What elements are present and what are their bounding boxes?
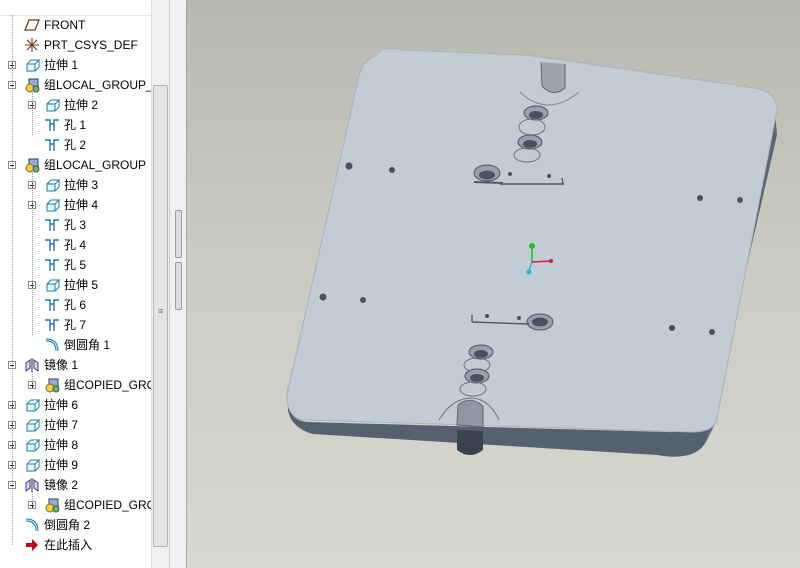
group-icon [44, 377, 60, 393]
grip-icon: ≡ [158, 306, 164, 316]
extrude-icon [24, 57, 41, 73]
tree-item-label: 孔 7 [64, 318, 87, 332]
tree-connector [12, 15, 13, 545]
model-tree-panel: FRONT PRT_CSYS_DEF 拉伸 1 组LOCAL_GROUP_1 拉… [0, 0, 169, 568]
extrude-icon [44, 177, 61, 193]
tree-item-extrude-1[interactable]: 拉伸 1 [0, 55, 151, 75]
tree-item-extrude-2[interactable]: 拉伸 2 [0, 95, 151, 115]
tree-item-hole-5[interactable]: 孔 5 [0, 255, 151, 275]
hole-icon [44, 217, 60, 233]
tree-item-label: 拉伸 9 [44, 458, 79, 472]
tree-item-extrude-4[interactable]: 拉伸 4 [0, 195, 151, 215]
tree-item-label: 倒圆角 1 [64, 338, 111, 352]
hole-icon [44, 297, 60, 313]
tree-item-extrude-5[interactable]: 拉伸 5 [0, 275, 151, 295]
tree-item-label: 拉伸 4 [64, 198, 99, 212]
extrude-icon [44, 97, 61, 113]
tree-item-label: 拉伸 3 [64, 178, 99, 192]
part-model-3d[interactable] [187, 0, 800, 568]
tree-item-hole-3[interactable]: 孔 3 [0, 215, 151, 235]
tree-item-label: 组COPIED_GROUP [64, 498, 151, 512]
tree-item-round-2[interactable]: 倒圆角 2 [0, 515, 151, 535]
tree-item-label: 孔 2 [64, 138, 87, 152]
round-icon [44, 337, 60, 353]
tree-item-hole-6[interactable]: 孔 6 [0, 295, 151, 315]
tree-item-hole-2[interactable]: 孔 2 [0, 135, 151, 155]
tree-item-label: 组COPIED_GROUP [64, 378, 151, 392]
group-icon [44, 497, 60, 513]
extrude-icon [24, 437, 41, 453]
graphics-viewport[interactable] [187, 0, 800, 568]
tree-item-label: 拉伸 2 [64, 98, 99, 112]
panel-splitter[interactable] [169, 0, 187, 568]
tree-item-label: 组LOCAL_GROUP_1 [44, 78, 151, 92]
tree-item-local-group-1[interactable]: 组LOCAL_GROUP_1 [0, 75, 151, 95]
scrollbar-thumb[interactable]: ≡ [153, 85, 168, 547]
tree-item-label: 孔 4 [64, 238, 87, 252]
tree-item-extrude-3[interactable]: 拉伸 3 [0, 175, 151, 195]
tree-item-label: 组LOCAL_GROUP [44, 158, 147, 172]
tree-item-label: 孔 5 [64, 258, 87, 272]
tree-item-hole-4[interactable]: 孔 4 [0, 235, 151, 255]
tree-item-label: 在此插入 [44, 538, 93, 552]
hole-icon [44, 317, 60, 333]
tree-item-extrude-7[interactable]: 拉伸 7 [0, 415, 151, 435]
extrude-icon [24, 417, 41, 433]
tree-item-label: 孔 6 [64, 298, 87, 312]
sash-handle[interactable] [175, 210, 182, 258]
tree-item-label: 镜像 2 [44, 478, 79, 492]
tree-item-local-group[interactable]: 组LOCAL_GROUP [0, 155, 151, 175]
coordinate-system-icon [24, 37, 40, 53]
model-tree: FRONT PRT_CSYS_DEF 拉伸 1 组LOCAL_GROUP_1 拉… [0, 15, 151, 568]
datum-plane-icon [24, 17, 40, 33]
tree-item-label: 镜像 1 [44, 358, 79, 372]
tree-item-label: PRT_CSYS_DEF [44, 38, 138, 52]
tree-connector [32, 85, 33, 135]
tree-item-extrude-6[interactable]: 拉伸 6 [0, 395, 151, 415]
tree-item-label: 拉伸 1 [44, 58, 79, 72]
tree-item-label: 孔 1 [64, 118, 87, 132]
hole-icon [44, 117, 60, 133]
tree-item-copied-group-1[interactable]: 组COPIED_GROUP [0, 375, 151, 395]
tree-item-insert-here[interactable]: 在此插入 [0, 535, 151, 555]
tree-item-label: 拉伸 8 [44, 438, 79, 452]
tree-item-round-1[interactable]: 倒圆角 1 [0, 335, 151, 355]
tree-item-mirror-2[interactable]: 镜像 2 [0, 475, 151, 495]
round-icon [24, 517, 40, 533]
tree-item-extrude-8[interactable]: 拉伸 8 [0, 435, 151, 455]
tree-connector [32, 365, 33, 385]
tree-item-mirror-1[interactable]: 镜像 1 [0, 355, 151, 375]
tree-item-label: 拉伸 5 [64, 278, 99, 292]
extrude-icon [44, 277, 61, 293]
extrude-icon [24, 457, 41, 473]
extrude-icon [44, 197, 61, 213]
extrude-icon [24, 397, 41, 413]
hole-icon [44, 137, 60, 153]
tree-item-front[interactable]: FRONT [0, 15, 151, 35]
tree-item-extrude-9[interactable]: 拉伸 9 [0, 455, 151, 475]
tree-item-hole-7[interactable]: 孔 7 [0, 315, 151, 335]
sash-handle[interactable] [175, 262, 182, 310]
tree-item-label: 孔 3 [64, 218, 87, 232]
hole-icon [44, 237, 60, 253]
tree-item-csys[interactable]: PRT_CSYS_DEF [0, 35, 151, 55]
tree-item-label: 倒圆角 2 [44, 518, 91, 532]
tree-header [0, 0, 151, 16]
tree-item-copied-group-2[interactable]: 组COPIED_GROUP [0, 495, 151, 515]
tree-item-label: 拉伸 7 [44, 418, 79, 432]
tree-item-hole-1[interactable]: 孔 1 [0, 115, 151, 135]
tree-connector [32, 485, 33, 505]
tree-scrollbar[interactable]: ≡ [151, 0, 169, 568]
tree-connector [32, 165, 33, 335]
tree-item-label: FRONT [44, 18, 86, 32]
tree-item-label: 拉伸 6 [44, 398, 79, 412]
hole-icon [44, 257, 60, 273]
insert-here-arrow-icon [24, 537, 40, 553]
